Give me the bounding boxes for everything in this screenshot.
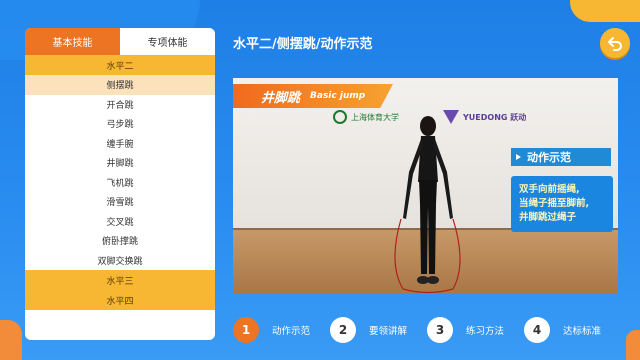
sidebar-item[interactable]: 井脚跳: [25, 153, 215, 173]
sidebar-item[interactable]: 缠手腕: [25, 133, 215, 153]
demo-tag-label: 动作示范: [527, 151, 571, 164]
sidebar-group-level2[interactable]: 水平二: [25, 55, 215, 75]
step-label: 达标标准: [563, 326, 602, 337]
demo-tag: 动作示范: [511, 148, 611, 166]
sidebar-item[interactable]: 飞机跳: [25, 172, 215, 192]
video-banner: 井脚跳 Basic jump: [233, 84, 393, 108]
banner-title: 井脚跳: [261, 90, 301, 106]
sidebar-item[interactable]: 开合跳: [25, 94, 215, 114]
step-navigation: 1 动作示范 2 要领讲解 3 练习方法 4 达标标准: [233, 314, 633, 346]
step-label: 练习方法: [466, 326, 505, 337]
caption-line: 双手向前摇绳,: [519, 184, 580, 195]
step-number: 2: [330, 317, 356, 343]
back-arrow-icon: [608, 37, 622, 51]
banner-subtitle: Basic jump: [310, 91, 366, 101]
demo-video[interactable]: 井脚跳 Basic jump 上海体育大学 YUEDONG 跃动 动作示范 双手…: [233, 78, 618, 294]
sidebar-item[interactable]: 滑雪跳: [25, 192, 215, 212]
sidebar-item[interactable]: 双脚交换跳: [25, 250, 215, 270]
sidebar-item[interactable]: 俯卧撑跳: [25, 231, 215, 251]
step-key-points[interactable]: 2 要领讲解: [330, 314, 427, 346]
back-button[interactable]: [600, 28, 630, 58]
step-label: 动作示范: [272, 326, 311, 337]
step-practice-method[interactable]: 3 练习方法: [427, 314, 524, 346]
sidebar-item[interactable]: 交叉跳: [25, 211, 215, 231]
background-corner-decoration: [0, 320, 22, 360]
sidebar-item[interactable]: 侧摆跳: [25, 75, 215, 95]
athlete-figure: [394, 116, 461, 294]
tab-special-fitness[interactable]: 专项体能: [120, 28, 215, 55]
background-corner-decoration: [570, 0, 640, 22]
step-number: 3: [427, 317, 453, 343]
tab-basic-skills[interactable]: 基本技能: [25, 28, 120, 55]
skills-sidebar: 基本技能 专项体能 水平二 侧摆跳 开合跳 弓步跳 缠手腕 井脚跳 飞机跳 滑雪…: [25, 28, 215, 340]
tag-arrow-icon: [516, 154, 521, 160]
sidebar-group-level4[interactable]: 水平四: [25, 290, 215, 310]
instruction-caption: 双手向前摇绳, 当绳子摇至脚前, 井脚跳过绳子: [511, 176, 613, 232]
sidebar-item[interactable]: 弓步跳: [25, 114, 215, 134]
step-label: 要领讲解: [369, 326, 408, 337]
step-standard[interactable]: 4 达标标准: [524, 314, 621, 346]
step-number: 4: [524, 317, 550, 343]
sidebar-group-level3[interactable]: 水平三: [25, 270, 215, 290]
caption-line: 井脚跳过绳子: [519, 212, 577, 223]
step-demonstration[interactable]: 1 动作示范: [233, 314, 330, 346]
step-number: 1: [233, 317, 259, 343]
university-seal-icon: [333, 110, 347, 124]
caption-line: 当绳子摇至脚前,: [519, 198, 590, 209]
sidebar-tabs: 基本技能 专项体能: [25, 28, 215, 55]
page-title: 水平二/侧摆跳/动作示范: [233, 37, 373, 52]
